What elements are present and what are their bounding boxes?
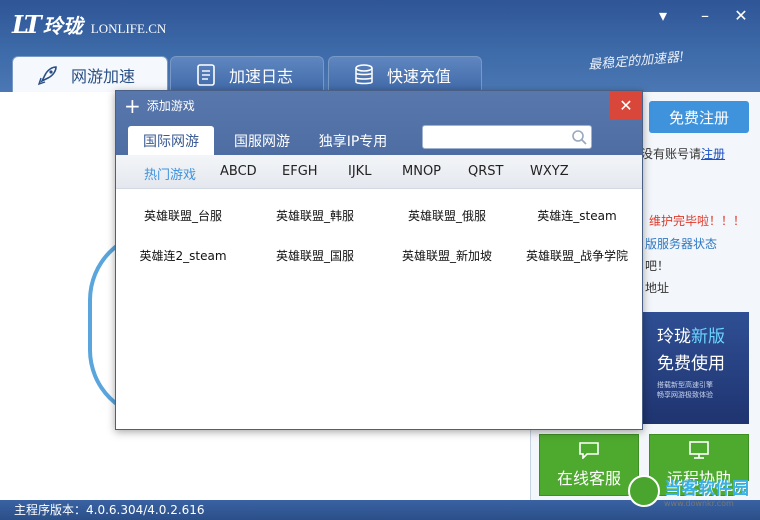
filter-qrst[interactable]: QRST [468,164,503,179]
tab-game-acceleration[interactable]: 网游加速 [12,56,168,92]
banner-brand: 玲珑 [657,327,691,347]
tab-label: 加速日志 [229,66,294,86]
filter-efgh[interactable]: EFGH [282,164,318,179]
logo-mark: LT [12,10,42,39]
dialog-title: + 添加游戏 [124,93,195,118]
watermark-logo-icon [628,475,660,507]
notice-address[interactable]: 地址 [645,279,669,296]
game-search-input[interactable] [423,126,563,148]
tab-dedicated-ip[interactable]: 独享IP专用 [308,126,398,155]
app-logo: LT 玲珑 LONLIFE.CN [12,10,166,39]
banner-free: 免费使用 [657,354,725,374]
dialog-header: + 添加游戏 ✕ 国际网游 国服网游 独享IP专用 [116,91,642,155]
banner-new: 新版 [691,327,725,347]
game-search-box [422,125,592,149]
game-item[interactable]: 英雄联盟_国服 [250,247,380,264]
banner-subtitle-2: 畅享网游极致体验 [657,391,713,399]
title-bar: LT 玲珑 LONLIFE.CN 最稳定的加速器! ▾ – ✕ 网游加速 加速日… [0,0,760,92]
tab-label: 快速充值 [387,66,452,86]
filter-wxyz[interactable]: WXYZ [530,164,569,179]
chat-icon [579,442,599,459]
filter-ijkl[interactable]: IJKL [348,164,371,179]
tab-acceleration-log[interactable]: 加速日志 [170,56,324,92]
monitor-icon [689,441,709,459]
minimize-button[interactable]: – [692,4,718,26]
tab-china-games[interactable]: 国服网游 [222,126,302,155]
notice-3: 吧！ [645,259,670,273]
game-item[interactable]: 英雄联盟_新加坡 [382,247,512,264]
dialog-close-button[interactable]: ✕ [610,91,642,119]
free-register-button[interactable]: 免费注册 [649,101,749,133]
game-item[interactable]: 英雄连_steam [512,207,642,224]
logo-domain: LONLIFE.CN [90,21,167,36]
coins-icon [351,62,377,88]
filter-mnop[interactable]: MNOP [402,164,441,179]
logo-name: 玲珑 [42,14,83,38]
watermark-name: 当客软件园 [664,479,749,499]
watermark: 当客软件园 www.downkr.com [628,474,749,508]
filter-abcd[interactable]: ABCD [220,164,257,179]
menu-dropdown-button[interactable]: ▾ [650,4,676,26]
game-item[interactable]: 英雄联盟_俄服 [382,207,512,224]
version-text: 主程序版本：4.0.6.304/4.0.2.616 [14,503,205,517]
tab-international-games[interactable]: 国际网游 [128,126,214,155]
log-icon [193,62,219,88]
game-item[interactable]: 英雄联盟_战争学院 [512,247,642,264]
search-icon[interactable] [571,129,587,145]
banner-subtitle-1: 搭载新型高速引擎 [657,381,713,389]
game-item[interactable]: 英雄联盟_台服 [118,207,248,224]
register-link[interactable]: 注册 [701,147,725,161]
game-item[interactable]: 英雄连2_steam [118,247,248,264]
close-window-button[interactable]: ✕ [728,4,754,26]
slogan: 最稳定的加速器! [587,49,685,74]
online-service-button[interactable]: 在线客服 [539,434,639,496]
add-game-dialog: + 添加游戏 ✕ 国际网游 国服网游 独享IP专用 热门游戏 ABCD EFGH… [115,90,643,430]
filter-hot-games[interactable]: 热门游戏 [144,164,196,183]
rocket-icon [35,62,61,88]
no-account-text: 没有账号请注册 [641,147,726,161]
letter-filter-bar: 热门游戏 ABCD EFGH IJKL MNOP QRST WXYZ [116,155,642,189]
notice-server-status[interactable]: 版服务器状态 [645,235,717,252]
tab-quick-recharge[interactable]: 快速充值 [328,56,482,92]
notice-maintenance[interactable]: 维护完毕啦！！！ [649,212,745,229]
tab-label: 网游加速 [71,66,136,86]
promo-banner[interactable]: 玲珑新版 免费使用 搭载新型高速引擎 畅享网游极致体验 [643,312,749,424]
plus-icon: + [124,93,141,118]
game-item[interactable]: 英雄联盟_韩服 [250,207,380,224]
watermark-url: www.downkr.com [664,499,734,508]
